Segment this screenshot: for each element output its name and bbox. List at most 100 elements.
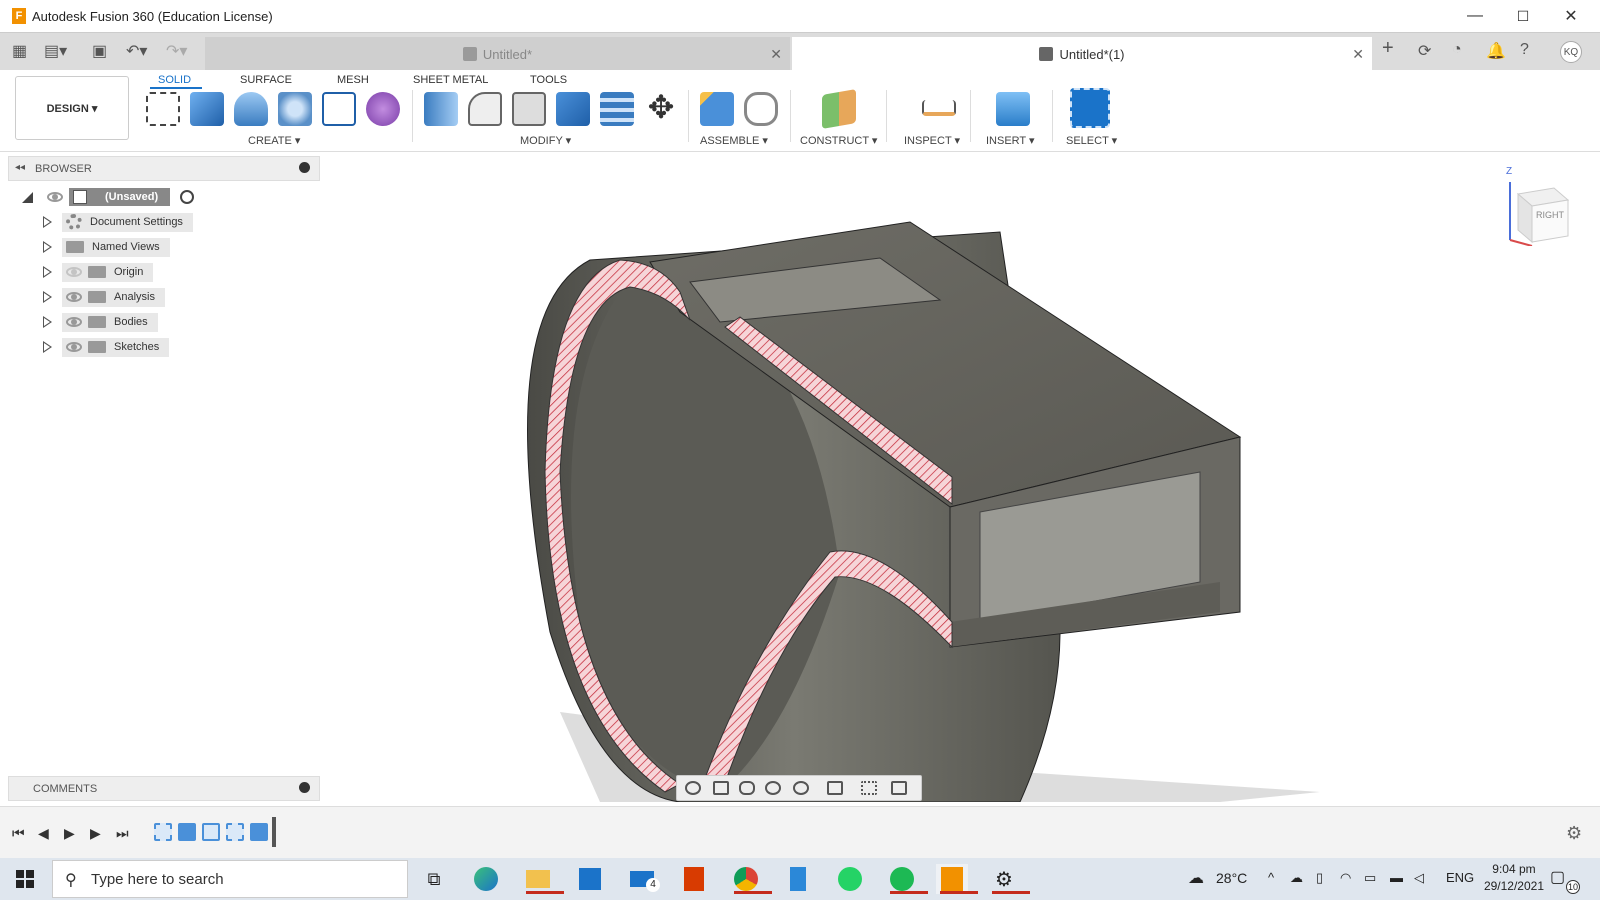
pattern-icon[interactable] [322, 92, 356, 126]
combine-icon[interactable] [556, 92, 590, 126]
volume-icon[interactable]: ◁ [1414, 870, 1424, 886]
maximize-button[interactable]: ☐ [1500, 0, 1546, 32]
create-form-icon[interactable] [366, 92, 400, 126]
browser-item-analysis[interactable]: Analysis [40, 287, 165, 307]
construct-menu[interactable]: CONSTRUCT ▾ [800, 134, 877, 147]
undo-icon[interactable]: ↶▾ [126, 41, 147, 61]
close-button[interactable]: ✕ [1548, 0, 1594, 32]
close-tab-icon[interactable]: ✕ [770, 46, 782, 63]
document-app-icon[interactable] [790, 867, 806, 891]
expand-arrow-icon[interactable] [40, 315, 54, 329]
joint-icon[interactable] [744, 92, 778, 126]
step-back-icon[interactable]: ◀ [38, 825, 49, 842]
new-tab-plus-icon[interactable]: + [1382, 37, 1394, 60]
show-hidden-icons-chevron-icon[interactable]: ^ [1268, 870, 1274, 885]
inspect-menu[interactable]: INSPECT ▾ [904, 134, 960, 147]
go-to-start-icon[interactable]: ⏮ [12, 825, 25, 842]
spotify-app[interactable] [886, 864, 928, 894]
browser-pin-icon[interactable] [299, 162, 310, 173]
comments-panel-header[interactable]: COMMENTS [8, 776, 320, 801]
look-at-icon[interactable] [713, 781, 729, 795]
shell-icon[interactable] [512, 92, 546, 126]
visibility-eye-icon[interactable] [47, 192, 63, 202]
browser-item-origin[interactable]: Origin [40, 262, 154, 282]
tab-tools[interactable]: TOOLS [530, 74, 567, 86]
model-viewport[interactable] [320, 152, 1600, 802]
file-explorer-app[interactable] [522, 864, 564, 894]
create-sketch-icon[interactable] [146, 92, 180, 126]
office-icon[interactable] [684, 867, 704, 891]
task-view-icon[interactable]: ⧉ [418, 864, 450, 894]
expand-arrow-icon[interactable] [40, 240, 54, 254]
move-icon[interactable]: ✥ [644, 91, 678, 126]
fillet-icon[interactable] [468, 92, 502, 126]
measure-icon[interactable] [922, 100, 956, 116]
expand-arrow-icon[interactable] [22, 191, 33, 203]
user-avatar[interactable]: KQ [1560, 41, 1582, 63]
whatsapp-icon[interactable] [838, 867, 862, 891]
redo-icon[interactable]: ↷▾ [166, 41, 187, 61]
microsoft-store-icon[interactable] [579, 868, 601, 890]
select-menu[interactable]: SELECT ▾ [1066, 134, 1117, 147]
insert-image-icon[interactable] [996, 92, 1030, 126]
browser-panel-header[interactable]: ◂◂ BROWSER [8, 156, 320, 181]
create-menu[interactable]: CREATE ▾ [248, 134, 300, 147]
browser-root-row[interactable]: (Unsaved) [22, 187, 195, 207]
orbit-icon[interactable] [685, 781, 701, 795]
fusion-app[interactable] [936, 864, 978, 894]
fit-zoom-icon[interactable] [793, 781, 809, 795]
go-to-end-icon[interactable]: ⏭ [116, 825, 129, 842]
tab-surface[interactable]: SURFACE [240, 74, 292, 86]
settings-app[interactable]: ⚙ [988, 864, 1030, 894]
display-icon[interactable]: ▭ [1364, 870, 1376, 886]
chrome-app[interactable] [730, 864, 772, 894]
notifications-bell-icon[interactable]: 🔔 [1486, 41, 1506, 61]
step-forward-icon[interactable]: ▶ [90, 825, 101, 842]
data-panel-grid-icon[interactable]: ▦ [12, 41, 27, 61]
view-cube[interactable]: Z RIGHT [1506, 166, 1574, 247]
tab-untitled-1[interactable]: Untitled*(1) ✕ [792, 37, 1372, 71]
browser-item-bodies[interactable]: Bodies [40, 312, 158, 332]
mail-app[interactable]: 4 [626, 864, 660, 894]
new-component-icon[interactable] [700, 92, 734, 126]
pan-hand-icon[interactable] [739, 781, 755, 795]
browser-item-named-views[interactable]: Named Views [40, 237, 170, 257]
modify-menu[interactable]: MODIFY ▾ [520, 134, 571, 147]
browser-item-sketches[interactable]: Sketches [40, 337, 170, 357]
tab-mesh[interactable]: MESH [337, 74, 369, 86]
tab-solid[interactable]: SOLID [158, 74, 191, 86]
press-pull-icon[interactable] [424, 92, 458, 126]
job-status-icon[interactable]: ◔ [1452, 41, 1462, 59]
add-comment-icon[interactable] [299, 782, 310, 793]
timeline-extrude-icon[interactable] [178, 823, 196, 841]
file-menu-icon[interactable]: ▤▾ [44, 41, 67, 61]
wifi-icon[interactable]: ◠ [1340, 870, 1351, 886]
expand-arrow-icon[interactable] [40, 265, 54, 279]
input-language[interactable]: ENG [1446, 870, 1474, 885]
visibility-eye-icon[interactable] [66, 292, 82, 302]
assemble-menu[interactable]: ASSEMBLE ▾ [700, 134, 768, 147]
play-icon[interactable]: ▶ [64, 825, 75, 842]
timeline-sketch-icon[interactable] [154, 823, 172, 841]
revolve-icon[interactable] [234, 92, 268, 126]
insert-menu[interactable]: INSERT ▾ [986, 134, 1035, 147]
zoom-icon[interactable] [765, 781, 781, 795]
notification-center-icon[interactable]: ▢ [1550, 867, 1565, 887]
timeline-settings-gear-icon[interactable]: ⚙ [1566, 823, 1582, 844]
offset-plane-icon[interactable] [822, 89, 856, 129]
hole-icon[interactable] [278, 92, 312, 126]
timeline-shell-icon[interactable] [202, 823, 220, 841]
tab-untitled[interactable]: Untitled* ✕ [205, 37, 790, 71]
grid-settings-icon[interactable] [861, 781, 877, 795]
select-icon[interactable] [1070, 88, 1110, 128]
activate-radio-icon[interactable] [180, 190, 195, 204]
onedrive-icon[interactable]: ☁ [1290, 870, 1303, 886]
weather-temperature[interactable]: 28°C [1216, 870, 1247, 886]
device-icon[interactable]: ▯ [1316, 870, 1323, 886]
visibility-eye-icon[interactable] [66, 342, 82, 352]
extrude-icon[interactable] [190, 92, 224, 126]
extensions-icon[interactable]: ⟳ [1418, 41, 1431, 61]
visibility-eye-off-icon[interactable] [66, 267, 82, 277]
timeline-extrude-icon[interactable] [250, 823, 268, 841]
edge-browser-icon[interactable] [474, 867, 498, 891]
